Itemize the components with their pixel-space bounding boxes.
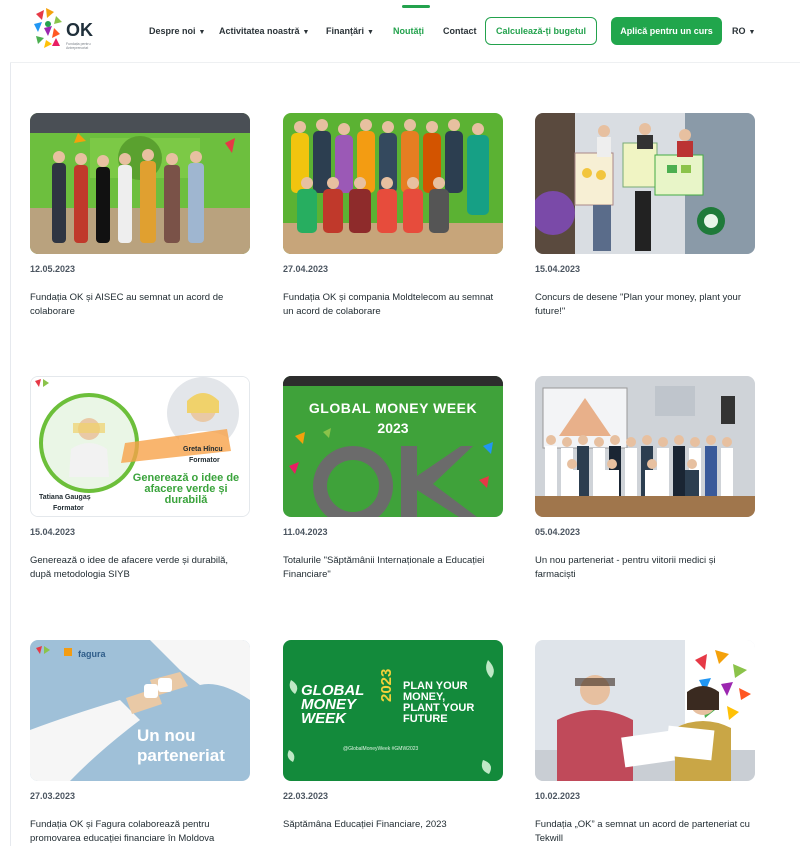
news-title[interactable]: Fundația OK și AISEC au semnat un acord …: [30, 291, 246, 319]
news-card[interactable]: 10.02.2023 Fundația „OK” a semnat un aco…: [535, 640, 755, 846]
active-nav-indicator: [402, 5, 430, 8]
news-title[interactable]: Fundația OK și Fagura colaborează pentru…: [30, 818, 246, 846]
news-image[interactable]: [283, 113, 503, 254]
news-card[interactable]: GLOBAL MONEY WEEK 2023 11.04.2023 Totalu…: [283, 376, 503, 582]
news-date: 27.03.2023: [30, 791, 76, 801]
nav-contact[interactable]: Contact: [443, 26, 477, 36]
nav-finantari[interactable]: Finanțări ▼: [326, 26, 374, 36]
news-date: 15.04.2023: [535, 264, 581, 274]
news-date: 27.04.2023: [283, 264, 329, 274]
language-label: RO: [732, 26, 746, 36]
gmw-year: 2023: [377, 420, 409, 436]
trainer-name: Greta Hîncu: [183, 446, 223, 453]
site-header: OK Fundația pentru Antreprenoriat Despre…: [10, 0, 800, 63]
trainer-role: Formator: [189, 457, 220, 464]
news-image[interactable]: Greta Hîncu Formator Tatiana Gaugaș Form…: [30, 376, 250, 517]
language-selector[interactable]: RO ▼: [732, 26, 755, 36]
gmw2-tagline-4: FUTURE: [403, 713, 448, 725]
news-date: 12.05.2023: [30, 264, 76, 274]
news-date: 15.04.2023: [30, 527, 76, 537]
news-title[interactable]: Fundația OK și compania Moldtelecom au s…: [283, 291, 499, 319]
gmw2-line-3: WEEK: [301, 710, 346, 727]
news-title[interactable]: Un nou parteneriat - pentru viitorii med…: [535, 554, 751, 582]
news-image[interactable]: [535, 640, 755, 781]
news-card[interactable]: GLOBAL MONEY WEEK 2023 PLAN YOUR MONEY, …: [283, 640, 503, 832]
apply-course-button[interactable]: Aplică pentru un curs: [611, 17, 722, 45]
nav-label: Finanțări: [326, 26, 365, 36]
news-card[interactable]: 05.04.2023 Un nou parteneriat - pentru v…: [535, 376, 755, 582]
news-date: 10.02.2023: [535, 791, 581, 801]
chevron-down-icon: ▼: [748, 29, 756, 36]
nav-label: Despre noi: [149, 26, 196, 36]
news-card[interactable]: 27.04.2023 Fundația OK și compania Moldt…: [283, 113, 503, 319]
news-image[interactable]: GLOBAL MONEY WEEK 2023 PLAN YOUR MONEY, …: [283, 640, 503, 781]
nav-despre-noi[interactable]: Despre noi ▼: [149, 26, 205, 36]
nav-noutati[interactable]: Noutăți: [393, 26, 424, 36]
news-image[interactable]: [535, 376, 755, 517]
chevron-down-icon: ▼: [367, 29, 374, 36]
nav-label: Contact: [443, 26, 477, 36]
news-date: 05.04.2023: [535, 527, 581, 537]
calculate-budget-button[interactable]: Calculează-ți bugetul: [485, 17, 597, 45]
trainer-role: Formator: [53, 505, 84, 512]
gmw2-hashtags: @GlobalMoneyWeek #GMW2023: [343, 746, 419, 752]
fagura-slogan-1: Un nou: [137, 726, 196, 745]
nav-activitatea-noastra[interactable]: Activitatea noastră ▼: [219, 26, 309, 36]
news-title[interactable]: Generează o idee de afacere verde și dur…: [30, 554, 246, 582]
news-image[interactable]: fagura Un nou parteneriat: [30, 640, 250, 781]
nav-label: Noutăți: [393, 26, 424, 36]
news-card[interactable]: Greta Hîncu Formator Tatiana Gaugaș Form…: [30, 376, 250, 582]
news-image[interactable]: [30, 113, 250, 254]
news-image[interactable]: GLOBAL MONEY WEEK 2023: [283, 376, 503, 517]
chevron-down-icon: ▼: [302, 29, 310, 36]
chevron-down-icon: ▼: [198, 29, 206, 36]
logo-subtitle: Fundația pentru Antreprenoriat: [66, 42, 91, 50]
fagura-brand: fagura: [78, 649, 106, 659]
news-date: 11.04.2023: [283, 527, 328, 537]
trainer-name: Tatiana Gaugaș: [39, 494, 91, 501]
news-card[interactable]: 12.05.2023 Fundația OK și AISEC au semna…: [30, 113, 250, 319]
logo-text: OK: [66, 20, 93, 40]
fagura-slogan-2: parteneriat: [137, 746, 225, 765]
news-title[interactable]: Fundația „OK” a semnat un acord de parte…: [535, 818, 751, 846]
news-card[interactable]: 15.04.2023 Concurs de desene "Plan your …: [535, 113, 755, 319]
news-image[interactable]: [535, 113, 755, 254]
gmw-title: GLOBAL MONEY WEEK: [308, 400, 478, 416]
news-title[interactable]: Concurs de desene "Plan your money, plan…: [535, 291, 751, 319]
gmw2-year: 2023: [378, 668, 395, 702]
siyb-slogan: Generează o idee de afacere verde și dur…: [132, 472, 240, 506]
news-title[interactable]: Totalurile "Săptămânii Internaționale a …: [283, 554, 499, 582]
news-card[interactable]: fagura Un nou parteneriat 27.03.2023 Fun…: [30, 640, 250, 846]
logo[interactable]: OK Fundația pentru Antreprenoriat: [30, 6, 110, 56]
nav-label: Activitatea noastră: [219, 26, 300, 36]
news-date: 22.03.2023: [283, 791, 329, 801]
news-title[interactable]: Săptămâna Educației Financiare, 2023: [283, 818, 499, 832]
